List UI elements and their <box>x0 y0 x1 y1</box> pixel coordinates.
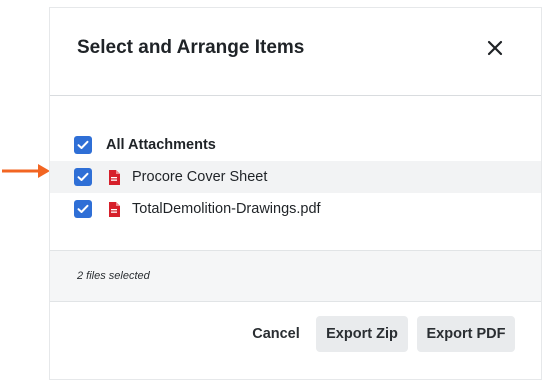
pdf-file-icon <box>108 201 120 217</box>
stage: Select and Arrange Items All Attachments <box>0 0 549 388</box>
close-icon <box>487 40 503 56</box>
selection-status-bar: 2 files selected <box>50 250 541 302</box>
all-attachments-checkbox[interactable] <box>74 136 92 154</box>
export-pdf-button[interactable]: Export PDF <box>417 316 515 352</box>
modal-actions: Cancel Export Zip Export PDF <box>50 302 541 380</box>
close-button[interactable] <box>485 38 505 58</box>
list-item[interactable]: Procore Cover Sheet <box>50 161 541 193</box>
item-label: Procore Cover Sheet <box>132 169 268 185</box>
item-checkbox[interactable] <box>74 200 92 218</box>
modal-header: Select and Arrange Items <box>50 8 541 96</box>
item-label: TotalDemolition-Drawings.pdf <box>132 201 321 217</box>
list-item-all-attachments[interactable]: All Attachments <box>50 129 541 161</box>
files-selected-text: 2 files selected <box>77 270 150 282</box>
pdf-file-icon <box>108 169 120 185</box>
checkmark-icon <box>77 172 89 181</box>
checkmark-icon <box>77 140 89 149</box>
checkmark-icon <box>77 204 89 213</box>
item-checkbox[interactable] <box>74 168 92 186</box>
export-zip-button[interactable]: Export Zip <box>316 316 408 352</box>
pointer-arrow-icon <box>2 164 50 183</box>
cancel-button[interactable]: Cancel <box>246 316 306 352</box>
all-attachments-label: All Attachments <box>106 137 216 153</box>
list-item[interactable]: TotalDemolition-Drawings.pdf <box>50 193 541 225</box>
select-arrange-modal: Select and Arrange Items All Attachments <box>49 7 542 380</box>
modal-title: Select and Arrange Items <box>77 37 305 58</box>
